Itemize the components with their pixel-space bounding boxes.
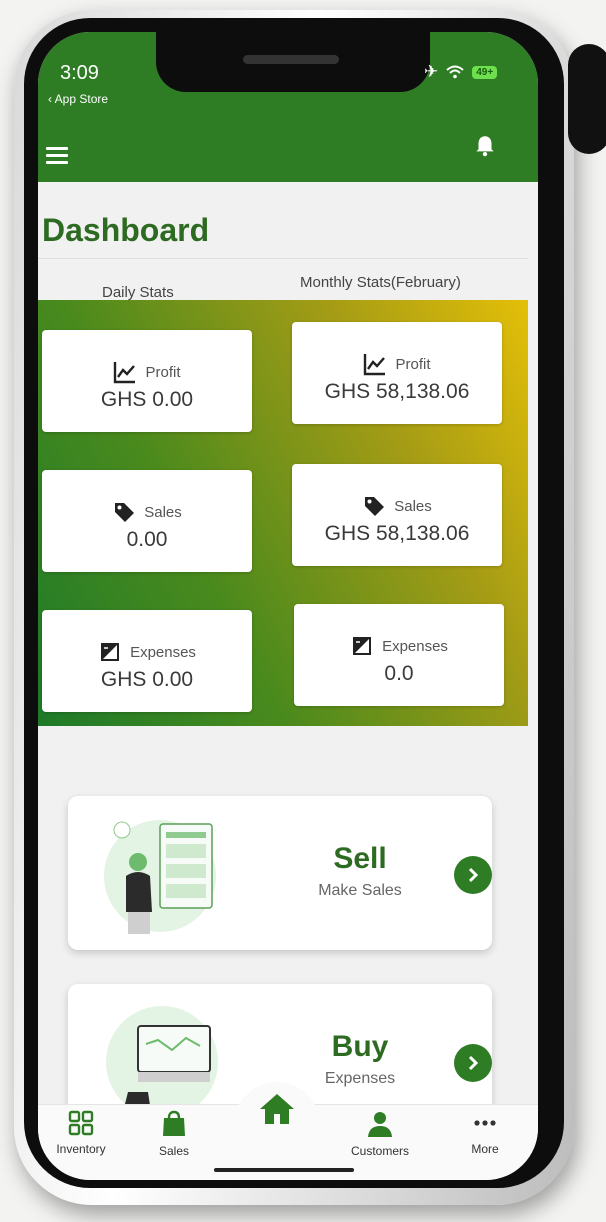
sell-title: Sell [333,842,387,875]
daily-profit-value: GHS 0.00 [100,388,194,411]
nav-sales[interactable]: Sales [144,1110,204,1158]
sell-arrow-button[interactable] [454,856,492,894]
chart-line-icon [364,354,386,376]
daily-expenses-label: Expenses [130,643,196,661]
daily-stats-label: Daily Stats [102,284,174,301]
shopping-bag-icon [163,1110,185,1136]
monthly-profit-value: GHS 58,138.06 [324,380,470,403]
daily-expenses-value: GHS 0.00 [100,668,194,691]
nav-home[interactable] [254,1092,300,1126]
nav-customers[interactable]: Customers [338,1110,422,1158]
person-icon [368,1112,392,1137]
more-dots-icon [474,1120,496,1126]
buy-arrow-button[interactable] [454,1044,492,1082]
tag-icon [365,497,385,516]
monthly-sales-label: Sales [394,497,432,515]
daily-sales-label: Sales [144,503,182,521]
nav-sales-label: Sales [158,1144,190,1158]
monthly-profit-label: Profit [395,355,431,373]
tag-icon [115,503,135,522]
buy-title: Buy [331,1030,389,1063]
sell-subtitle: Make Sales [318,882,402,899]
grid-icon [68,1110,94,1136]
phone-side-button [568,44,606,154]
monthly-sales-value: GHS 58,138.06 [324,522,470,545]
daily-expenses-card: Expenses GHS 0.00 [42,610,252,712]
menu-icon[interactable] [46,147,68,168]
nav-customers-label: Customers [350,1144,409,1158]
chevron-right-icon [468,867,479,883]
monthly-expenses-label: Expenses [382,637,448,655]
buy-subtitle: Expenses [324,1070,396,1087]
sell-illustration [104,820,216,934]
speaker-grille [243,55,339,64]
app-header: 3:09 ‹ App Store ✈ 49+ [38,32,538,182]
nav-more[interactable]: More [458,1110,512,1156]
airplane-icon: ✈ [424,62,439,81]
stage: 3:09 ‹ App Store ✈ 49+ Dashboard Daily S… [0,0,606,1222]
battery-indicator: 49+ [472,65,498,79]
sell-card[interactable]: Sell Make Sales [68,796,492,950]
monthly-sales-card: Sales GHS 58,138.06 [292,464,502,566]
daily-sales-card: Sales 0.00 [42,470,252,572]
notification-bell-icon[interactable] [472,133,498,159]
expenses-icon [101,643,120,661]
status-icons: ✈ 49+ [424,62,498,82]
stats-panel: Profit GHS 0.00 Profit GHS 58,138.06 Sal… [38,300,528,726]
nav-more-label: More [471,1142,499,1156]
monthly-stats-label: Monthly Stats(February) [300,274,461,291]
back-label: App Store [54,92,109,106]
nav-inventory-label: Inventory [56,1142,106,1156]
daily-profit-label: Profit [145,363,181,381]
home-indicator [214,1168,354,1172]
wifi-icon [446,65,464,79]
expenses-icon [353,637,372,655]
home-icon [260,1094,294,1124]
chart-line-icon [114,362,136,384]
nav-inventory[interactable]: Inventory [46,1110,116,1156]
monthly-profit-card: Profit GHS 58,138.06 [292,322,502,424]
status-time: 3:09 [60,62,99,84]
page-title: Dashboard [42,212,210,248]
monthly-expenses-value: 0.0 [384,662,414,685]
monthly-expenses-card: Expenses 0.0 [294,604,504,706]
daily-profit-card: Profit GHS 0.00 [42,330,252,432]
back-to-app-store[interactable]: ‹ App Store [48,92,108,106]
daily-sales-value: 0.00 [126,528,168,551]
back-caret-icon: ‹ [48,92,55,106]
title-divider [38,258,528,259]
app-screen: 3:09 ‹ App Store ✈ 49+ Dashboard Daily S… [38,32,538,1180]
chevron-right-icon [468,1055,479,1071]
